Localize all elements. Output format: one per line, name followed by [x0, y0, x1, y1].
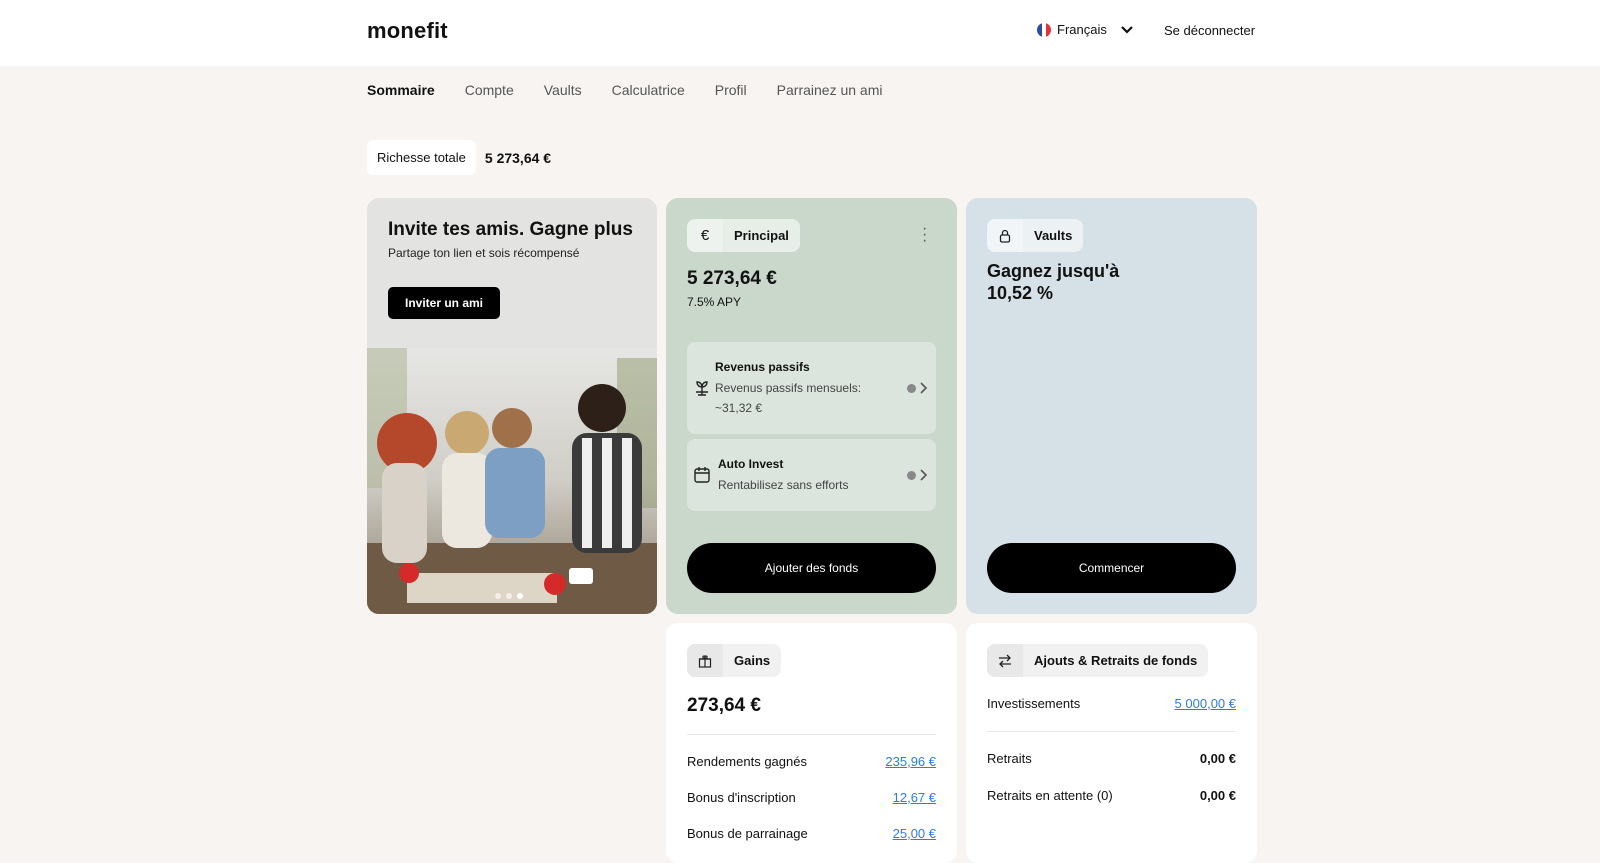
gains-row-value[interactable]: 235,96 € [885, 754, 936, 769]
investments-row: Investissements 5 000,00 € [987, 696, 1236, 711]
vaults-headline-line1: Gagnez jusqu'à [987, 261, 1120, 281]
total-wealth-label: Richesse totale [367, 140, 476, 175]
gains-card: Gains 273,64 € Rendements gagnés 235,96 … [666, 623, 957, 863]
withdrawals-value: 0,00 € [1199, 751, 1236, 766]
nav-vaults[interactable]: Vaults [544, 82, 582, 98]
friends-photo [367, 348, 657, 614]
total-wealth-value: 5 273,64 € [484, 149, 552, 166]
vaults-tag: Vaults [987, 219, 1084, 252]
nav-parrainage[interactable]: Parrainez un ami [777, 82, 883, 98]
nav-compte[interactable]: Compte [465, 82, 514, 98]
divider [687, 734, 936, 735]
auto-invest-subtitle: Rentabilisez sans efforts [718, 478, 849, 492]
more-options-icon[interactable]: · · · [922, 221, 927, 249]
vaults-card: Vaults Gagnez jusqu'à 10,52 % Commencer [966, 198, 1257, 614]
carousel-dot-active[interactable] [517, 593, 523, 599]
divider [987, 731, 1236, 732]
logo[interactable]: monefit [367, 18, 448, 44]
nav-calculatrice[interactable]: Calculatrice [612, 82, 685, 98]
principal-apy: 7.5% APY [687, 295, 742, 309]
carousel-dot[interactable] [506, 593, 512, 599]
withdrawals-row: Retraits 0,00 € [987, 751, 1236, 766]
lock-icon [987, 219, 1023, 252]
gains-total: 273,64 € [687, 695, 761, 716]
carousel-dots [495, 593, 523, 599]
status-dot [907, 470, 916, 480]
invite-button[interactable]: Inviter un ami [388, 287, 501, 319]
gains-label: Gains [734, 653, 771, 668]
transfer-arrows-icon [987, 644, 1023, 677]
invite-card: Invite tes amis. Gagne plus Partage ton … [367, 198, 657, 614]
start-button[interactable]: Commencer [987, 543, 1236, 593]
principal-card: € Principal · · · 5 273,64 € 7.5% APY Reve… [666, 198, 957, 614]
total-wealth: Richesse totale 5 273,64 € [367, 140, 551, 175]
pending-withdrawals-label: Retraits en attente (0) [987, 788, 1113, 803]
gains-row: Bonus de parrainage 25,00 € [687, 826, 936, 841]
gains-row: Bonus d'inscription 12,67 € [687, 790, 936, 805]
auto-invest-row[interactable]: Auto Invest Rentabilisez sans efforts [687, 439, 936, 511]
withdrawals-label: Retraits [987, 751, 1032, 766]
add-funds-button[interactable]: Ajouter des fonds [687, 543, 936, 593]
funds-tag: Ajouts & Retraits de fonds [987, 644, 1209, 677]
investments-label: Investissements [987, 696, 1081, 711]
principal-balance: 5 273,64 € [687, 268, 777, 289]
gains-row-value[interactable]: 12,67 € [893, 790, 936, 805]
principal-tag: € Principal [687, 219, 800, 252]
gains-row-label: Rendements gagnés [687, 754, 807, 769]
vaults-headline: Gagnez jusqu'à 10,52 % [987, 260, 1119, 304]
status-dot [907, 383, 916, 393]
main-nav: Sommaire Compte Vaults Calculatrice Prof… [367, 82, 882, 98]
nav-profil[interactable]: Profil [715, 82, 747, 98]
gains-row: Rendements gagnés 235,96 € [687, 754, 936, 769]
gains-row-label: Bonus de parrainage [687, 826, 808, 841]
chevron-right-icon [920, 382, 928, 394]
france-flag-icon [1037, 22, 1051, 37]
euro-icon: € [687, 219, 723, 252]
vaults-label: Vaults [1034, 228, 1073, 243]
language-label: Français [1057, 22, 1107, 37]
funds-label: Ajouts & Retraits de fonds [1034, 653, 1198, 668]
gains-row-label: Bonus d'inscription [687, 790, 796, 805]
passive-income-row[interactable]: Revenus passifs Revenus passifs mensuels… [687, 342, 936, 434]
gains-row-value[interactable]: 25,00 € [893, 826, 936, 841]
logout-link[interactable]: Se déconnecter [1164, 23, 1255, 38]
investments-value[interactable]: 5 000,00 € [1175, 696, 1236, 711]
auto-invest-title: Auto Invest [718, 457, 784, 471]
vaults-headline-line2: 10,52 % [987, 283, 1054, 303]
invite-subtitle: Partage ton lien et sois récompensé [388, 246, 580, 260]
passive-income-line2: ~31,32 € [715, 401, 763, 415]
top-bar: monefit Français Se déconnecter [0, 0, 1600, 66]
plant-icon [693, 342, 711, 434]
gains-tag: Gains [687, 644, 782, 677]
passive-income-line1: Revenus passifs mensuels: [715, 381, 862, 395]
calendar-icon [693, 439, 711, 511]
nav-sommaire[interactable]: Sommaire [367, 82, 435, 98]
principal-label: Principal [734, 228, 789, 243]
funds-card: Ajouts & Retraits de fonds Investissemen… [966, 623, 1257, 863]
chevron-right-icon [920, 469, 928, 481]
pending-withdrawals-row: Retraits en attente (0) 0,00 € [987, 788, 1236, 803]
carousel-dot[interactable] [495, 593, 501, 599]
gift-icon [687, 644, 723, 677]
pending-withdrawals-value: 0,00 € [1199, 788, 1236, 803]
invite-title: Invite tes amis. Gagne plus [388, 219, 633, 240]
passive-income-title: Revenus passifs [715, 360, 810, 374]
language-selector[interactable]: Français [1037, 22, 1133, 37]
chevron-down-icon [1121, 25, 1133, 34]
